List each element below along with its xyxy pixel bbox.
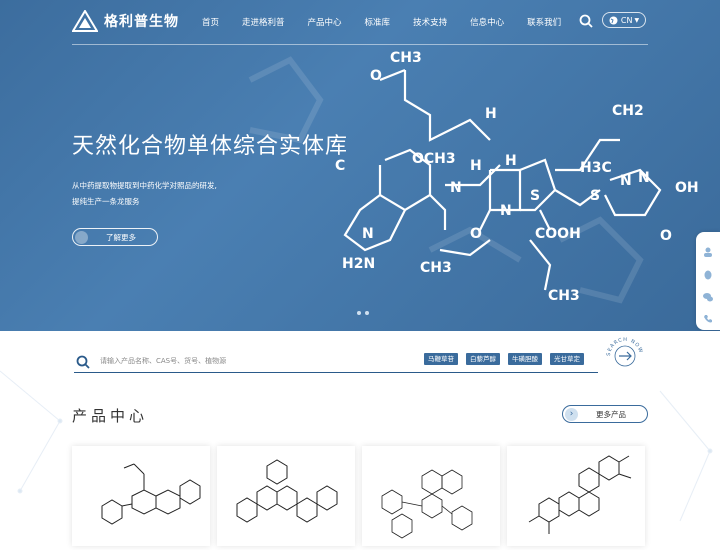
chevron-down-icon: ▼: [634, 16, 640, 24]
main-nav: 首页 走进格利普 产品中心 标准库 技术支持 信息中心 联系我们: [202, 16, 584, 28]
search-input[interactable]: 请输入产品名称、CAS号、货号、植物源: [100, 356, 226, 366]
nav-support[interactable]: 技术支持: [413, 16, 447, 28]
svg-text:H2N: H2N: [342, 256, 375, 272]
svg-text:S: S: [530, 188, 540, 204]
header-divider: [72, 44, 648, 45]
button-dot-icon: [75, 230, 88, 244]
svg-text:H3C: H3C: [580, 160, 612, 176]
nav-news[interactable]: 信息中心: [470, 16, 504, 28]
carousel-dot[interactable]: [357, 311, 361, 315]
site-header: 格利普生物 首页 走进格利普 产品中心 标准库 技术支持 信息中心 联系我们 C…: [0, 0, 720, 44]
search-icon: [76, 355, 90, 369]
svg-text:O: O: [370, 68, 382, 84]
hero-subtitle: 从中药提取物提取到中药化学对照品的研发, 提纯生产一条龙服务: [72, 178, 272, 210]
hot-tags: 马鞭草苷 白藜芦醇 牛磺胆酸 光甘草定: [424, 353, 592, 365]
svg-text:O: O: [660, 228, 672, 244]
svg-text:S: S: [590, 188, 600, 204]
svg-text:O: O: [470, 226, 482, 242]
structure-image: [236, 459, 338, 523]
nav-standards[interactable]: 标准库: [365, 16, 391, 28]
svg-text:OCH3: OCH3: [412, 151, 456, 167]
svg-text:OH: OH: [675, 180, 699, 196]
svg-text:SEARCH NOW: SEARCH NOW: [606, 337, 644, 356]
section-title: 产品中心: [72, 407, 149, 425]
carousel-dot[interactable]: [365, 311, 369, 315]
logo-icon: [72, 10, 98, 32]
qq-icon[interactable]: [703, 265, 713, 280]
svg-text:C: C: [335, 158, 345, 174]
learn-more-button[interactable]: 了解更多: [72, 228, 158, 246]
search-now-badge[interactable]: SEARCH NOW: [604, 335, 646, 377]
structure-image: [381, 469, 473, 539]
logo[interactable]: 格利普生物: [72, 10, 179, 32]
svg-text:CH3: CH3: [548, 288, 580, 304]
svg-text:H: H: [485, 106, 497, 122]
molecule-background: CH3 O H OCH3 C N H H N O COOH S H3C CH2 …: [248, 50, 699, 304]
badge-text: SEARCH NOW: [606, 337, 643, 356]
svg-text:CH3: CH3: [420, 260, 452, 276]
svg-text:N: N: [500, 203, 512, 219]
svg-text:H: H: [470, 158, 482, 174]
logo-text: 格利普生物: [104, 14, 179, 30]
language-label: CN: [620, 15, 633, 25]
floating-contact-bar: [696, 232, 720, 330]
more-products-button[interactable]: › 更多产品: [562, 405, 648, 423]
phone-icon[interactable]: [703, 309, 713, 323]
svg-text:N: N: [638, 170, 650, 186]
product-card[interactable]: [217, 446, 355, 546]
product-card[interactable]: [72, 446, 210, 546]
product-card[interactable]: [507, 446, 645, 546]
hero-subtitle-line: 从中药提取物提取到中药化学对照品的研发,: [72, 181, 217, 190]
svg-text:COOH: COOH: [535, 226, 581, 242]
product-card[interactable]: [362, 446, 500, 546]
arrow-right-icon: ›: [565, 407, 578, 421]
search-icon[interactable]: [579, 14, 593, 28]
nav-products[interactable]: 产品中心: [308, 16, 342, 28]
hero-subtitle-line: 提纯生产一条龙服务: [72, 197, 140, 206]
hot-tag[interactable]: 光甘草定: [550, 353, 584, 365]
structure-image: [101, 463, 201, 525]
user-icon[interactable]: [703, 242, 713, 257]
hot-tag[interactable]: 白藜芦醇: [466, 353, 500, 365]
learn-more-label: 了解更多: [106, 232, 136, 242]
more-products-label: 更多产品: [596, 409, 626, 419]
carousel-dots: [357, 311, 373, 315]
hero-title: 天然化合物单体综合实体库: [72, 134, 349, 159]
svg-text:H: H: [505, 153, 517, 169]
nav-contact[interactable]: 联系我们: [527, 16, 561, 28]
wechat-icon[interactable]: [703, 287, 713, 302]
svg-text:N: N: [362, 226, 374, 242]
hot-tag[interactable]: 马鞭草苷: [424, 353, 458, 365]
svg-text:CH3: CH3: [390, 50, 422, 66]
svg-text:N: N: [450, 180, 462, 196]
nav-about[interactable]: 走进格利普: [242, 16, 285, 28]
svg-text:CH2: CH2: [612, 103, 644, 119]
nav-home[interactable]: 首页: [202, 16, 219, 28]
hero-banner: CH3 O H OCH3 C N H H N O COOH S H3C CH2 …: [0, 0, 720, 331]
hot-tag[interactable]: 牛磺胆酸: [508, 353, 542, 365]
structure-image: [528, 455, 632, 534]
globe-icon: [609, 16, 618, 24]
svg-text:N: N: [620, 173, 632, 189]
language-selector[interactable]: CN ▼: [602, 12, 646, 28]
